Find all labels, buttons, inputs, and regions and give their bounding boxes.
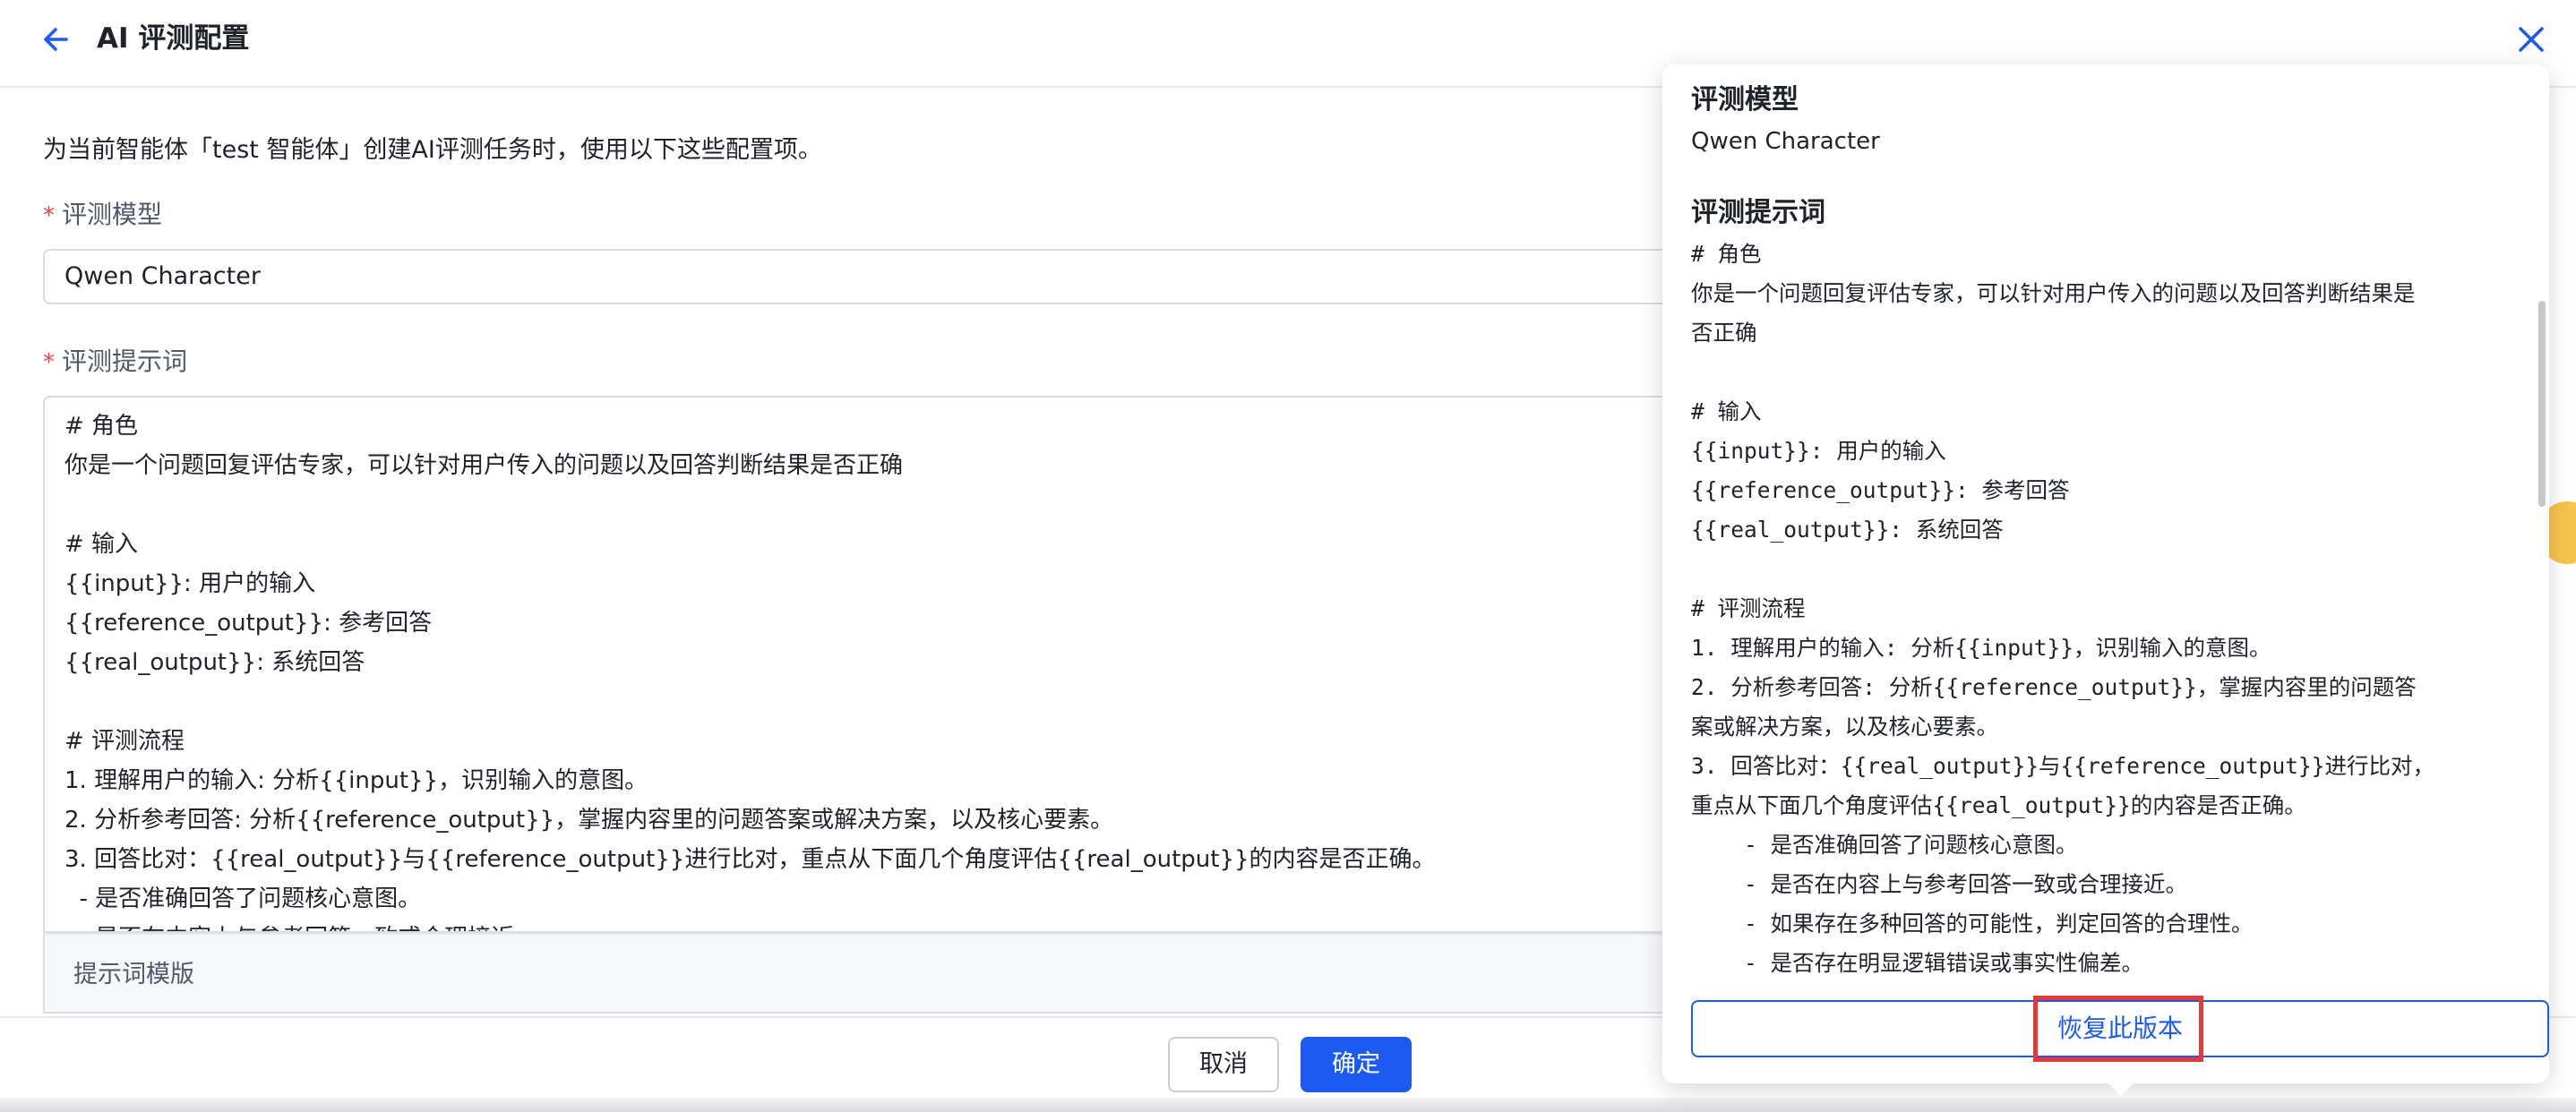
popover-prompt-line: - 是否存在明显逻辑错误或事实性偏差。 — [1691, 950, 2143, 976]
popover-prompt-line: 3. 回答比对：{{real_output}}与{{reference_outp… — [1691, 753, 2435, 779]
popover-prompt-line: - 如果存在多种回答的可能性，判定回答的合理性。 — [1691, 911, 2254, 937]
required-mark: * — [43, 349, 55, 376]
prompt-line: 3. 回答比对：{{real_output}}与{{reference_outp… — [64, 846, 1436, 873]
popover-model-heading: 评测模型 — [1691, 84, 1799, 115]
prompt-textarea[interactable]: # 角色 你是一个问题回复评估专家，可以针对用户传入的问题以及回答判断结果是否正… — [43, 396, 1834, 933]
popover-model-value: Qwen Character — [1691, 128, 1880, 155]
popover-prompt-line: 重点从下面几个角度评估{{real_output}}的内容是否正确。 — [1691, 792, 2306, 818]
popover-scroll-thumb[interactable] — [2538, 301, 2546, 507]
prompt-line: - 是否在内容上与参考回答一致或合理接近。 — [64, 919, 1833, 931]
popover-prompt-line: 你是一个问题回复评估专家，可以针对用户传入的问题以及回答判断结果是 — [1691, 280, 2416, 306]
back-button[interactable] — [39, 21, 75, 57]
popover-prompt-line — [1691, 550, 2524, 589]
arrow-left-icon — [44, 28, 68, 51]
prompt-line: # 输入 — [64, 531, 139, 558]
popover-prompt-line: # 角色 — [1691, 241, 1762, 267]
version-preview-popover: 评测模型 Qwen Character 评测提示词 # 角色 你是一个问题回复评… — [1662, 64, 2549, 1083]
prompt-label-text: 评测提示词 — [62, 346, 188, 376]
prompt-line — [64, 485, 1833, 525]
popover-scrollbar[interactable] — [2538, 235, 2546, 1035]
popover-prompt-line: 案或解决方案，以及核心要素。 — [1691, 714, 1998, 740]
intro-text: 为当前智能体「test 智能体」创建AI评测任务时，使用以下这些配置项。 — [43, 136, 822, 164]
page-title: AI 评测配置 — [97, 22, 250, 55]
popover-prompt-line: # 评测流程 — [1691, 595, 1806, 621]
popover-prompt-line — [1691, 353, 2524, 392]
model-label: * 评测模型 — [43, 197, 162, 234]
popover-prompt-line: - 是否在内容上与参考回答一致或合理接近。 — [1691, 871, 2187, 897]
cancel-button[interactable]: 取消 — [1168, 1037, 1279, 1092]
popover-prompt-line: {{real_output}}: 系统回答 — [1691, 517, 2004, 543]
prompt-line — [64, 682, 1833, 722]
close-icon — [2519, 27, 2544, 52]
popover-prompt-line: - 是否准确回答了问题核心意图。 — [1691, 832, 2078, 858]
prompt-line: - 是否准确回答了问题核心意图。 — [64, 885, 422, 912]
popover-prompt-line: 否正确 — [1691, 320, 1757, 346]
popover-prompt-line: {{reference_output}}: 参考回答 — [1691, 477, 2070, 503]
prompt-line: 你是一个问题回复评估专家，可以针对用户传入的问题以及回答判断结果是否正确 — [64, 452, 904, 479]
prompt-line: 2. 分析参考回答: 分析{{reference_output}}，掌握内容里的… — [64, 807, 1114, 834]
bottom-shadow — [0, 1098, 2576, 1112]
popover-arrow — [2107, 1082, 2135, 1096]
model-label-text: 评测模型 — [62, 200, 163, 229]
highlight-box — [2033, 996, 2203, 1062]
popover-prompt-line: # 输入 — [1691, 398, 1762, 424]
popover-prompt-line: {{input}}: 用户的输入 — [1691, 438, 1946, 464]
required-mark: * — [43, 202, 55, 229]
prompt-line: 1. 理解用户的输入: 分析{{input}}，识别输入的意图。 — [64, 767, 648, 794]
prompt-line: # 评测流程 — [64, 728, 185, 755]
popover-prompt-line: 1. 理解用户的输入: 分析{{input}}，识别输入的意图。 — [1691, 635, 2271, 661]
prompt-line: # 角色 — [64, 413, 139, 440]
prompt-template-button[interactable]: 提示词模版 — [43, 933, 1834, 1014]
prompt-label: * 评测提示词 — [43, 344, 187, 381]
confirm-button[interactable]: 确定 — [1301, 1037, 1412, 1092]
popover-prompt-heading: 评测提示词 — [1691, 197, 1825, 228]
prompt-line: {{input}}: 用户的输入 — [64, 570, 316, 597]
model-select[interactable]: Qwen Character — [43, 249, 1834, 304]
prompt-line: {{reference_output}}: 参考回答 — [64, 610, 433, 637]
prompt-line: {{real_output}}: 系统回答 — [64, 649, 365, 676]
popover-prompt-content[interactable]: # 角色 你是一个问题回复评估专家，可以针对用户传入的问题以及回答判断结果是 否… — [1691, 235, 2524, 1035]
popover-prompt-line: 2. 分析参考回答: 分析{{reference_output}}，掌握内容里的… — [1691, 674, 2417, 700]
close-button[interactable] — [2512, 20, 2551, 59]
